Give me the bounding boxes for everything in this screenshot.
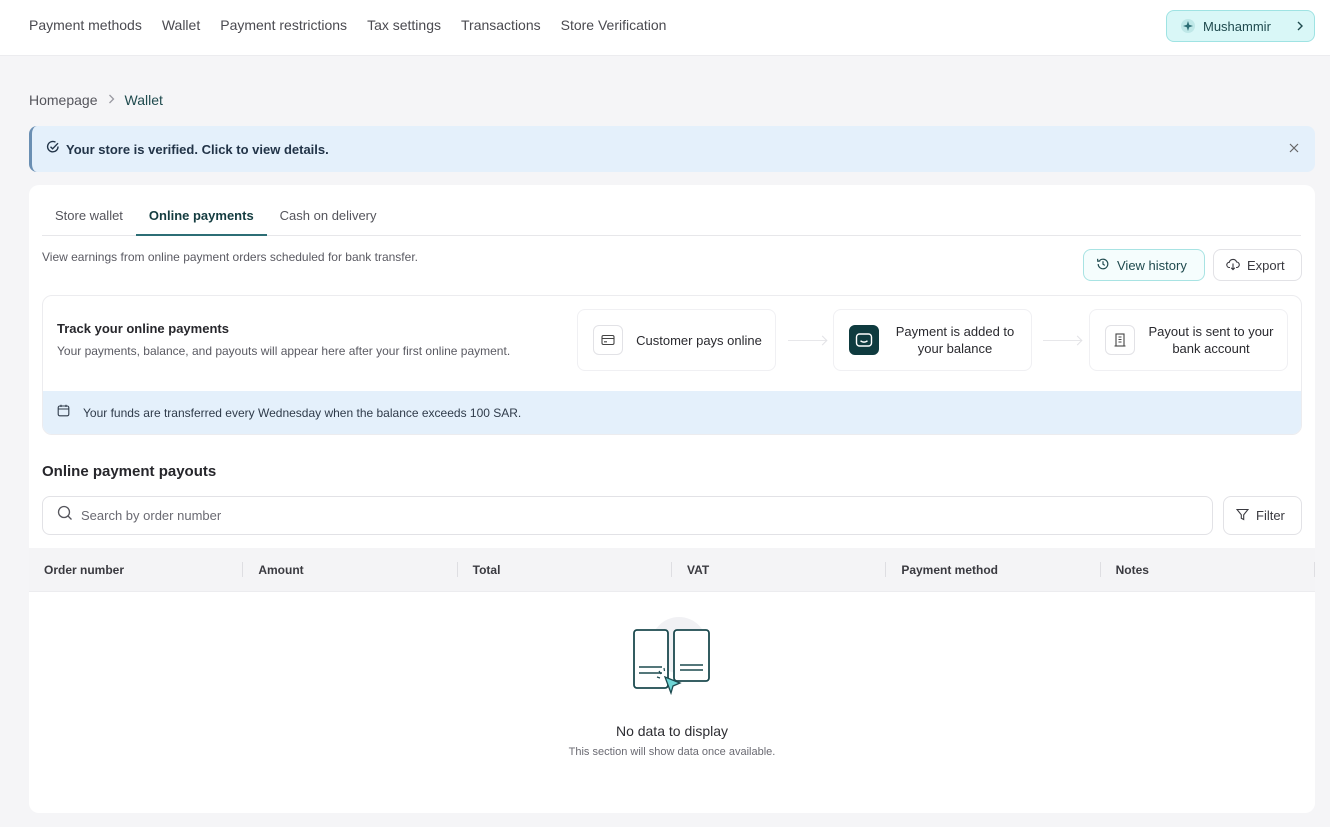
filter-icon	[1235, 508, 1250, 524]
verified-check-icon	[46, 140, 60, 159]
column-header[interactable]: Amount	[243, 548, 458, 591]
view-history-label: View history	[1117, 257, 1187, 273]
tracker-title: Track your online payments	[57, 321, 229, 336]
bank-icon	[1105, 325, 1135, 355]
search-input[interactable]	[81, 508, 1081, 523]
step-added-to-balance: Payment is added to your balance	[833, 309, 1032, 371]
card-icon	[593, 325, 623, 355]
search-icon	[57, 505, 73, 526]
close-icon[interactable]	[1289, 140, 1299, 156]
empty-state-title: No data to display	[615, 723, 729, 739]
nav-payment-restrictions[interactable]: Payment restrictions	[220, 17, 347, 33]
user-name: Mushammir	[1203, 18, 1271, 34]
wallet-tabs: Store wallet Online payments Cash on del…	[42, 199, 1301, 236]
cloud-download-icon	[1226, 257, 1240, 274]
breadcrumb: Homepage Wallet	[29, 92, 163, 108]
column-header[interactable]: Order number	[29, 548, 244, 591]
view-history-button[interactable]: View history	[1083, 249, 1205, 281]
filter-button[interactable]: Filter	[1223, 496, 1302, 535]
tab-cash-on-delivery[interactable]: Cash on delivery	[267, 199, 390, 236]
banner-text[interactable]: Your store is verified. Click to view de…	[66, 142, 329, 157]
nav-wallet[interactable]: Wallet	[162, 17, 200, 33]
tracker-subtitle: Your payments, balance, and payouts will…	[57, 344, 511, 358]
step-customer-pays: Customer pays online	[577, 309, 776, 371]
sparkle-icon	[1181, 19, 1195, 33]
wallet-icon	[849, 325, 879, 355]
nav-tax-settings[interactable]: Tax settings	[367, 17, 441, 33]
tab-online-payments[interactable]: Online payments	[135, 199, 267, 236]
payouts-table-header: Order number Amount Total VAT Payment me…	[29, 548, 1316, 592]
step-payout-sent: Payout is sent to your bank account	[1089, 309, 1288, 371]
breadcrumb-home[interactable]: Homepage	[29, 92, 98, 108]
arrow-right-icon	[788, 340, 826, 341]
column-header[interactable]: Total	[458, 548, 673, 591]
user-menu-button[interactable]: Mushammir	[1166, 10, 1315, 42]
column-header[interactable]: VAT	[672, 548, 887, 591]
step-label: Payment is added to your balance	[895, 324, 1015, 356]
chevron-right-icon	[108, 93, 115, 107]
funds-note-text: Your funds are transferred every Wednesd…	[83, 406, 522, 420]
filter-label: Filter	[1256, 508, 1285, 523]
column-header[interactable]: Payment method	[886, 548, 1101, 591]
history-icon	[1096, 257, 1110, 274]
nav-store-verification[interactable]: Store Verification	[561, 17, 667, 33]
arrow-right-icon	[1043, 340, 1081, 341]
order-search	[42, 496, 1213, 535]
section-description: View earnings from online payment orders…	[42, 250, 418, 264]
wallet-card: Store wallet Online payments Cash on del…	[29, 185, 1316, 813]
chevron-right-icon	[1296, 18, 1304, 34]
payment-tracker: Track your online payments Your payments…	[42, 295, 1302, 435]
payouts-title: Online payment payouts	[42, 463, 217, 480]
top-nav: Payment methods Wallet Payment restricti…	[29, 17, 666, 33]
tab-store-wallet[interactable]: Store wallet	[42, 199, 136, 236]
calendar-icon	[57, 404, 70, 422]
export-button[interactable]: Export	[1213, 249, 1302, 281]
store-verified-banner[interactable]: Your store is verified. Click to view de…	[29, 126, 1315, 172]
nav-transactions[interactable]: Transactions	[461, 17, 541, 33]
step-label: Payout is sent to your bank account	[1148, 324, 1274, 356]
top-navigation-bar: Payment methods Wallet Payment restricti…	[0, 0, 1330, 56]
step-label: Customer pays online	[636, 332, 762, 348]
empty-state-subtitle: This section will show data once availab…	[568, 746, 776, 758]
empty-state-illustration	[629, 615, 719, 710]
export-label: Export	[1247, 257, 1285, 273]
breadcrumb-current: Wallet	[124, 92, 163, 108]
column-header[interactable]: Notes	[1101, 548, 1316, 591]
nav-payment-methods[interactable]: Payment methods	[29, 17, 142, 33]
funds-schedule-note: Your funds are transferred every Wednesd…	[43, 391, 1301, 434]
